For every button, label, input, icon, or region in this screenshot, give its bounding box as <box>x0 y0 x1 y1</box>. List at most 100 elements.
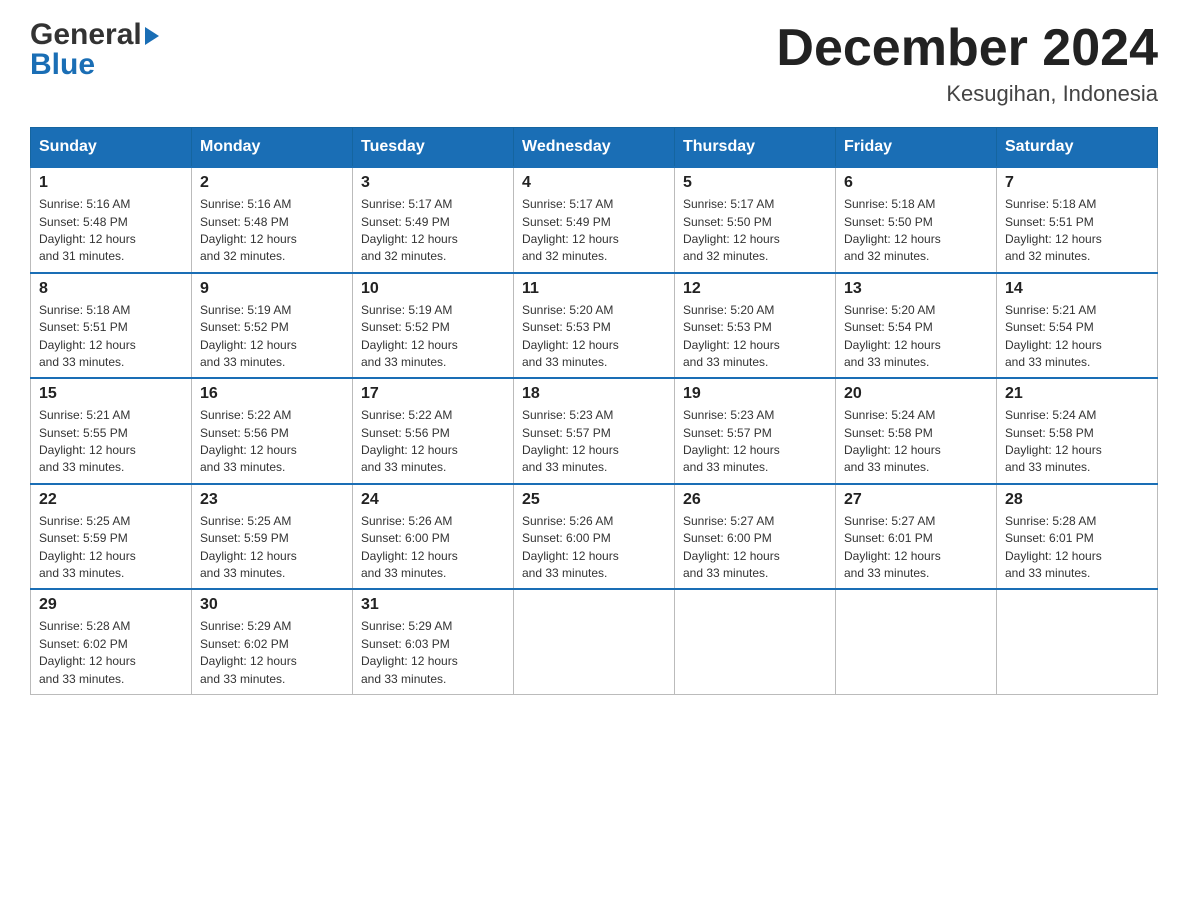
day-info: Sunrise: 5:20 AMSunset: 5:53 PMDaylight:… <box>683 302 827 372</box>
week-row-2: 8 Sunrise: 5:18 AMSunset: 5:51 PMDaylight… <box>31 273 1158 379</box>
day-info: Sunrise: 5:18 AMSunset: 5:51 PMDaylight:… <box>39 302 183 372</box>
logo: General Blue <box>30 20 159 82</box>
calendar-cell: 10 Sunrise: 5:19 AMSunset: 5:52 PMDayligh… <box>353 273 514 379</box>
calendar-cell: 28 Sunrise: 5:28 AMSunset: 6:01 PMDayligh… <box>997 484 1158 590</box>
day-info: Sunrise: 5:16 AMSunset: 5:48 PMDaylight:… <box>200 196 344 266</box>
header-wednesday: Wednesday <box>514 128 675 168</box>
page-header: General Blue December 2024 Kesugihan, In… <box>30 20 1158 107</box>
day-info: Sunrise: 5:27 AMSunset: 6:00 PMDaylight:… <box>683 513 827 583</box>
day-info: Sunrise: 5:17 AMSunset: 5:50 PMDaylight:… <box>683 196 827 266</box>
calendar-cell: 4 Sunrise: 5:17 AMSunset: 5:49 PMDaylight… <box>514 167 675 273</box>
week-row-1: 1 Sunrise: 5:16 AMSunset: 5:48 PMDaylight… <box>31 167 1158 273</box>
day-info: Sunrise: 5:20 AMSunset: 5:54 PMDaylight:… <box>844 302 988 372</box>
day-number: 20 <box>844 385 988 403</box>
day-number: 18 <box>522 385 666 403</box>
calendar-cell: 19Sunrise: 5:23 AMSunset: 5:57 PMDayligh… <box>675 378 836 484</box>
calendar-cell: 12 Sunrise: 5:20 AMSunset: 5:53 PMDayligh… <box>675 273 836 379</box>
day-number: 2 <box>200 174 344 192</box>
day-info: Sunrise: 5:25 AMSunset: 5:59 PMDaylight:… <box>200 513 344 583</box>
logo-text: General Blue <box>30 20 159 82</box>
header-thursday: Thursday <box>675 128 836 168</box>
day-info: Sunrise: 5:29 AMSunset: 6:03 PMDaylight:… <box>361 618 505 688</box>
logo-arrow-icon <box>145 27 159 45</box>
day-info: Sunrise: 5:26 AMSunset: 6:00 PMDaylight:… <box>361 513 505 583</box>
day-number: 15 <box>39 385 183 403</box>
day-info: Sunrise: 5:17 AMSunset: 5:49 PMDaylight:… <box>361 196 505 266</box>
day-info: Sunrise: 5:18 AMSunset: 5:51 PMDaylight:… <box>1005 196 1149 266</box>
day-info: Sunrise: 5:22 AMSunset: 5:56 PMDaylight:… <box>200 407 344 477</box>
day-info: Sunrise: 5:28 AMSunset: 6:01 PMDaylight:… <box>1005 513 1149 583</box>
calendar-cell: 3 Sunrise: 5:17 AMSunset: 5:49 PMDaylight… <box>353 167 514 273</box>
day-info: Sunrise: 5:28 AMSunset: 6:02 PMDaylight:… <box>39 618 183 688</box>
day-number: 29 <box>39 596 183 614</box>
calendar-cell: 22Sunrise: 5:25 AMSunset: 5:59 PMDayligh… <box>31 484 192 590</box>
calendar-cell <box>675 589 836 694</box>
calendar-cell: 15 Sunrise: 5:21 AMSunset: 5:55 PMDayligh… <box>31 378 192 484</box>
day-number: 1 <box>39 174 183 192</box>
week-row-5: 29 Sunrise: 5:28 AMSunset: 6:02 PMDayligh… <box>31 589 1158 694</box>
calendar-cell: 6Sunrise: 5:18 AMSunset: 5:50 PMDaylight… <box>836 167 997 273</box>
calendar-cell <box>514 589 675 694</box>
day-number: 12 <box>683 280 827 298</box>
header-saturday: Saturday <box>997 128 1158 168</box>
calendar-cell: 26 Sunrise: 5:27 AMSunset: 6:00 PMDayligh… <box>675 484 836 590</box>
week-row-4: 22 Sunrise: 5:25 AMSunset: 5:59 PMDayligh… <box>31 484 1158 590</box>
calendar-cell: 11 Sunrise: 5:20 AMSunset: 5:53 PMDayligh… <box>514 273 675 379</box>
day-number: 16 <box>200 385 344 403</box>
calendar-cell: 20 Sunrise: 5:24 AMSunset: 5:58 PMDayligh… <box>836 378 997 484</box>
day-number: 11 <box>522 280 666 298</box>
day-number: 7 <box>1005 174 1149 192</box>
day-number: 4 <box>522 174 666 192</box>
header-sunday: Sunday <box>31 128 192 168</box>
calendar-cell <box>997 589 1158 694</box>
day-info: Sunrise: 5:23 AMSunset: 5:57 PMDaylight:… <box>522 407 666 477</box>
calendar-cell: 25Sunrise: 5:26 AMSunset: 6:00 PMDayligh… <box>514 484 675 590</box>
day-number: 3 <box>361 174 505 192</box>
calendar-cell: 21 Sunrise: 5:24 AMSunset: 5:58 PMDayligh… <box>997 378 1158 484</box>
day-info: Sunrise: 5:17 AMSunset: 5:49 PMDaylight:… <box>522 196 666 266</box>
month-title: December 2024 <box>776 20 1158 77</box>
calendar-table: SundayMondayTuesdayWednesdayThursdayFrid… <box>30 127 1158 695</box>
day-number: 17 <box>361 385 505 403</box>
calendar-header-row: SundayMondayTuesdayWednesdayThursdayFrid… <box>31 128 1158 168</box>
day-info: Sunrise: 5:16 AMSunset: 5:48 PMDaylight:… <box>39 196 183 266</box>
day-info: Sunrise: 5:18 AMSunset: 5:50 PMDaylight:… <box>844 196 988 266</box>
day-info: Sunrise: 5:24 AMSunset: 5:58 PMDaylight:… <box>844 407 988 477</box>
day-number: 14 <box>1005 280 1149 298</box>
day-number: 10 <box>361 280 505 298</box>
day-number: 26 <box>683 491 827 509</box>
calendar-cell: 7 Sunrise: 5:18 AMSunset: 5:51 PMDaylight… <box>997 167 1158 273</box>
day-number: 28 <box>1005 491 1149 509</box>
day-number: 5 <box>683 174 827 192</box>
day-info: Sunrise: 5:24 AMSunset: 5:58 PMDaylight:… <box>1005 407 1149 477</box>
day-info: Sunrise: 5:21 AMSunset: 5:55 PMDaylight:… <box>39 407 183 477</box>
day-number: 8 <box>39 280 183 298</box>
day-info: Sunrise: 5:21 AMSunset: 5:54 PMDaylight:… <box>1005 302 1149 372</box>
day-number: 21 <box>1005 385 1149 403</box>
day-number: 9 <box>200 280 344 298</box>
calendar-cell: 2 Sunrise: 5:16 AMSunset: 5:48 PMDaylight… <box>192 167 353 273</box>
calendar-cell: 13 Sunrise: 5:20 AMSunset: 5:54 PMDayligh… <box>836 273 997 379</box>
logo-general: General <box>30 20 142 50</box>
day-info: Sunrise: 5:20 AMSunset: 5:53 PMDaylight:… <box>522 302 666 372</box>
day-info: Sunrise: 5:26 AMSunset: 6:00 PMDaylight:… <box>522 513 666 583</box>
calendar-cell: 1 Sunrise: 5:16 AMSunset: 5:48 PMDaylight… <box>31 167 192 273</box>
calendar-cell: 29 Sunrise: 5:28 AMSunset: 6:02 PMDayligh… <box>31 589 192 694</box>
calendar-cell: 14 Sunrise: 5:21 AMSunset: 5:54 PMDayligh… <box>997 273 1158 379</box>
day-number: 30 <box>200 596 344 614</box>
calendar-cell: 5 Sunrise: 5:17 AMSunset: 5:50 PMDaylight… <box>675 167 836 273</box>
day-info: Sunrise: 5:19 AMSunset: 5:52 PMDaylight:… <box>361 302 505 372</box>
calendar-cell: 8 Sunrise: 5:18 AMSunset: 5:51 PMDaylight… <box>31 273 192 379</box>
day-number: 27 <box>844 491 988 509</box>
calendar-cell: 18 Sunrise: 5:23 AMSunset: 5:57 PMDayligh… <box>514 378 675 484</box>
day-number: 19 <box>683 385 827 403</box>
calendar-cell: 24Sunrise: 5:26 AMSunset: 6:00 PMDayligh… <box>353 484 514 590</box>
day-number: 13 <box>844 280 988 298</box>
header-monday: Monday <box>192 128 353 168</box>
calendar-cell: 9Sunrise: 5:19 AMSunset: 5:52 PMDaylight… <box>192 273 353 379</box>
day-number: 31 <box>361 596 505 614</box>
day-info: Sunrise: 5:22 AMSunset: 5:56 PMDaylight:… <box>361 407 505 477</box>
calendar-cell <box>836 589 997 694</box>
day-number: 22 <box>39 491 183 509</box>
header-friday: Friday <box>836 128 997 168</box>
